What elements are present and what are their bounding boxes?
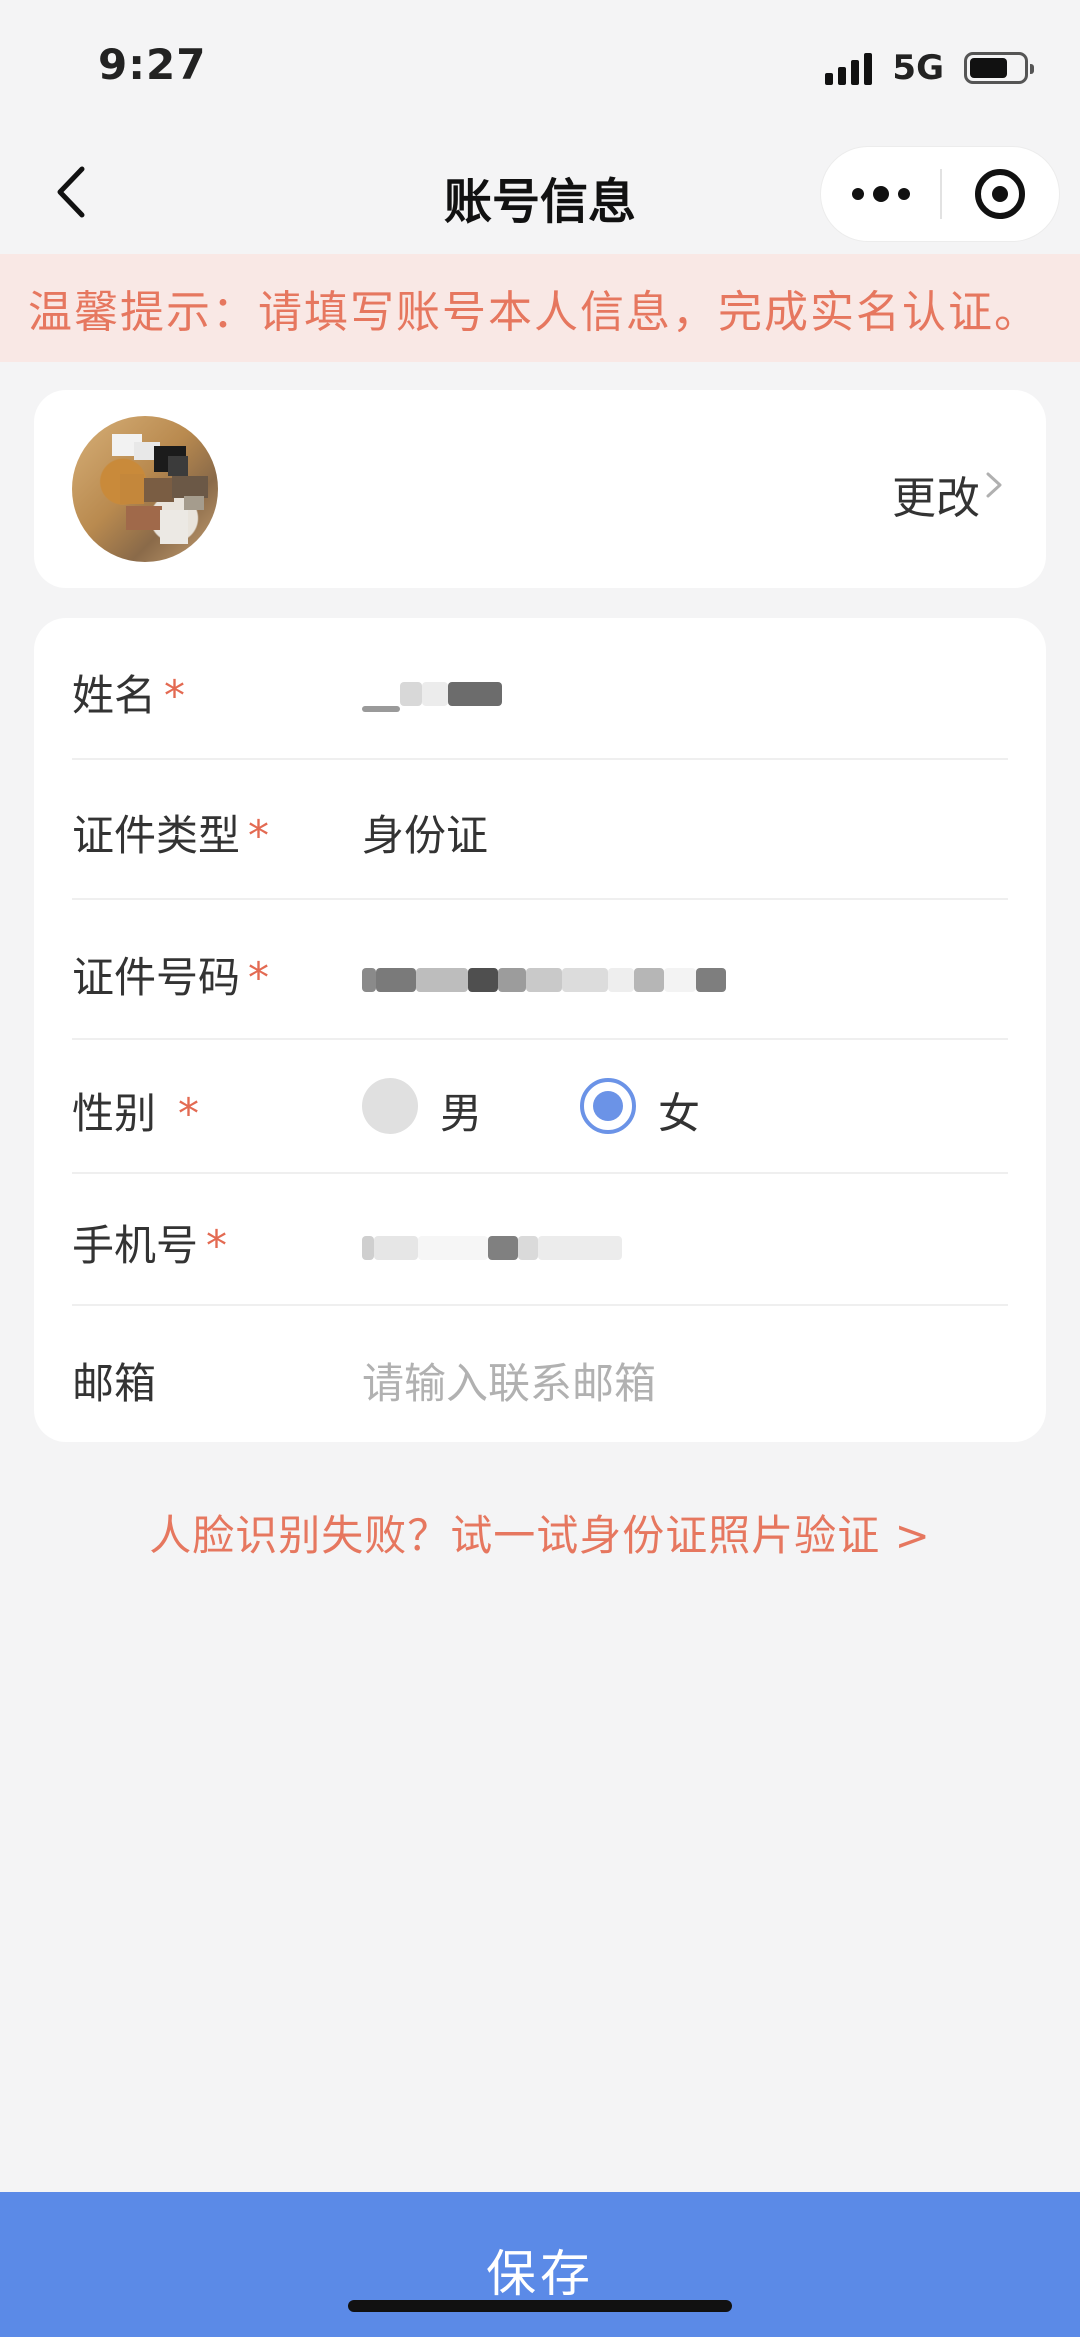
form-row-gender: 性别 * 男 女 (72, 1040, 1008, 1174)
phone-field[interactable] (362, 1220, 622, 1269)
form-row-id-number: 证件号码 * (72, 900, 1008, 1040)
target-close-icon (975, 169, 1026, 219)
id-number-label: 证件号码 * (72, 953, 270, 1002)
form-row-phone: 手机号 * (72, 1174, 1008, 1306)
gender-radio-male[interactable] (362, 1078, 418, 1134)
required-mark: * (248, 953, 270, 1002)
save-button-label: 保存 (486, 2245, 594, 2303)
status-time: 9:27 (98, 40, 207, 89)
required-mark: * (248, 811, 270, 860)
email-field[interactable]: 请输入联系邮箱 (362, 1350, 656, 1411)
email-label: 邮箱 (72, 1359, 157, 1408)
gender-option-male[interactable]: 男 (440, 1080, 482, 1141)
status-bar: 9:27 5G (0, 0, 1080, 136)
form-row-email: 邮箱 请输入联系邮箱 (72, 1306, 1008, 1442)
signal-icon (825, 51, 873, 85)
change-avatar-link[interactable]: 更改 (892, 462, 980, 526)
id-type-label: 证件类型 * (72, 811, 270, 860)
id-number-field[interactable] (362, 952, 726, 1001)
network-type: 5G (892, 48, 944, 88)
required-mark: * (206, 1221, 228, 1270)
battery-level (970, 58, 1008, 78)
gender-option-female[interactable]: 女 (658, 1080, 700, 1141)
account-form: 姓名 * 证件类型 * 身份证 证件号码 * 性别 * 男 女 手机号 * 邮箱… (34, 618, 1046, 1442)
home-indicator (348, 2300, 732, 2312)
avatar-card[interactable]: 更改 (34, 390, 1046, 588)
gender-label: 性别 * (72, 1089, 200, 1138)
gender-radio-female[interactable] (580, 1078, 636, 1134)
notice-banner: 温馨提示：请填写账号本人信息，完成实名认证。 (0, 254, 1080, 362)
required-mark: * (164, 671, 186, 720)
form-row-name: 姓名 * (72, 618, 1008, 760)
name-label: 姓名 * (72, 671, 186, 720)
nav-bar: 账号信息 (0, 136, 1080, 254)
id-photo-verify-link[interactable]: 人脸识别失败？试一试身份证照片验证 > (0, 1502, 1080, 1563)
more-dots-icon[interactable] (821, 147, 940, 241)
phone-label: 手机号 * (72, 1221, 228, 1270)
save-button[interactable]: 保存 (0, 2192, 1080, 2337)
close-target-button[interactable] (942, 147, 1059, 241)
required-mark: * (178, 1089, 200, 1138)
avatar[interactable] (72, 416, 218, 562)
battery-icon (964, 52, 1034, 84)
status-indicators: 5G (825, 48, 1034, 88)
chevron-right-icon (986, 472, 1002, 498)
form-row-id-type: 证件类型 * 身份证 (72, 760, 1008, 900)
mini-program-capsule (820, 146, 1060, 242)
id-type-select[interactable]: 身份证 (362, 802, 488, 863)
radio-selected-dot (593, 1091, 623, 1121)
name-field[interactable] (362, 666, 502, 715)
